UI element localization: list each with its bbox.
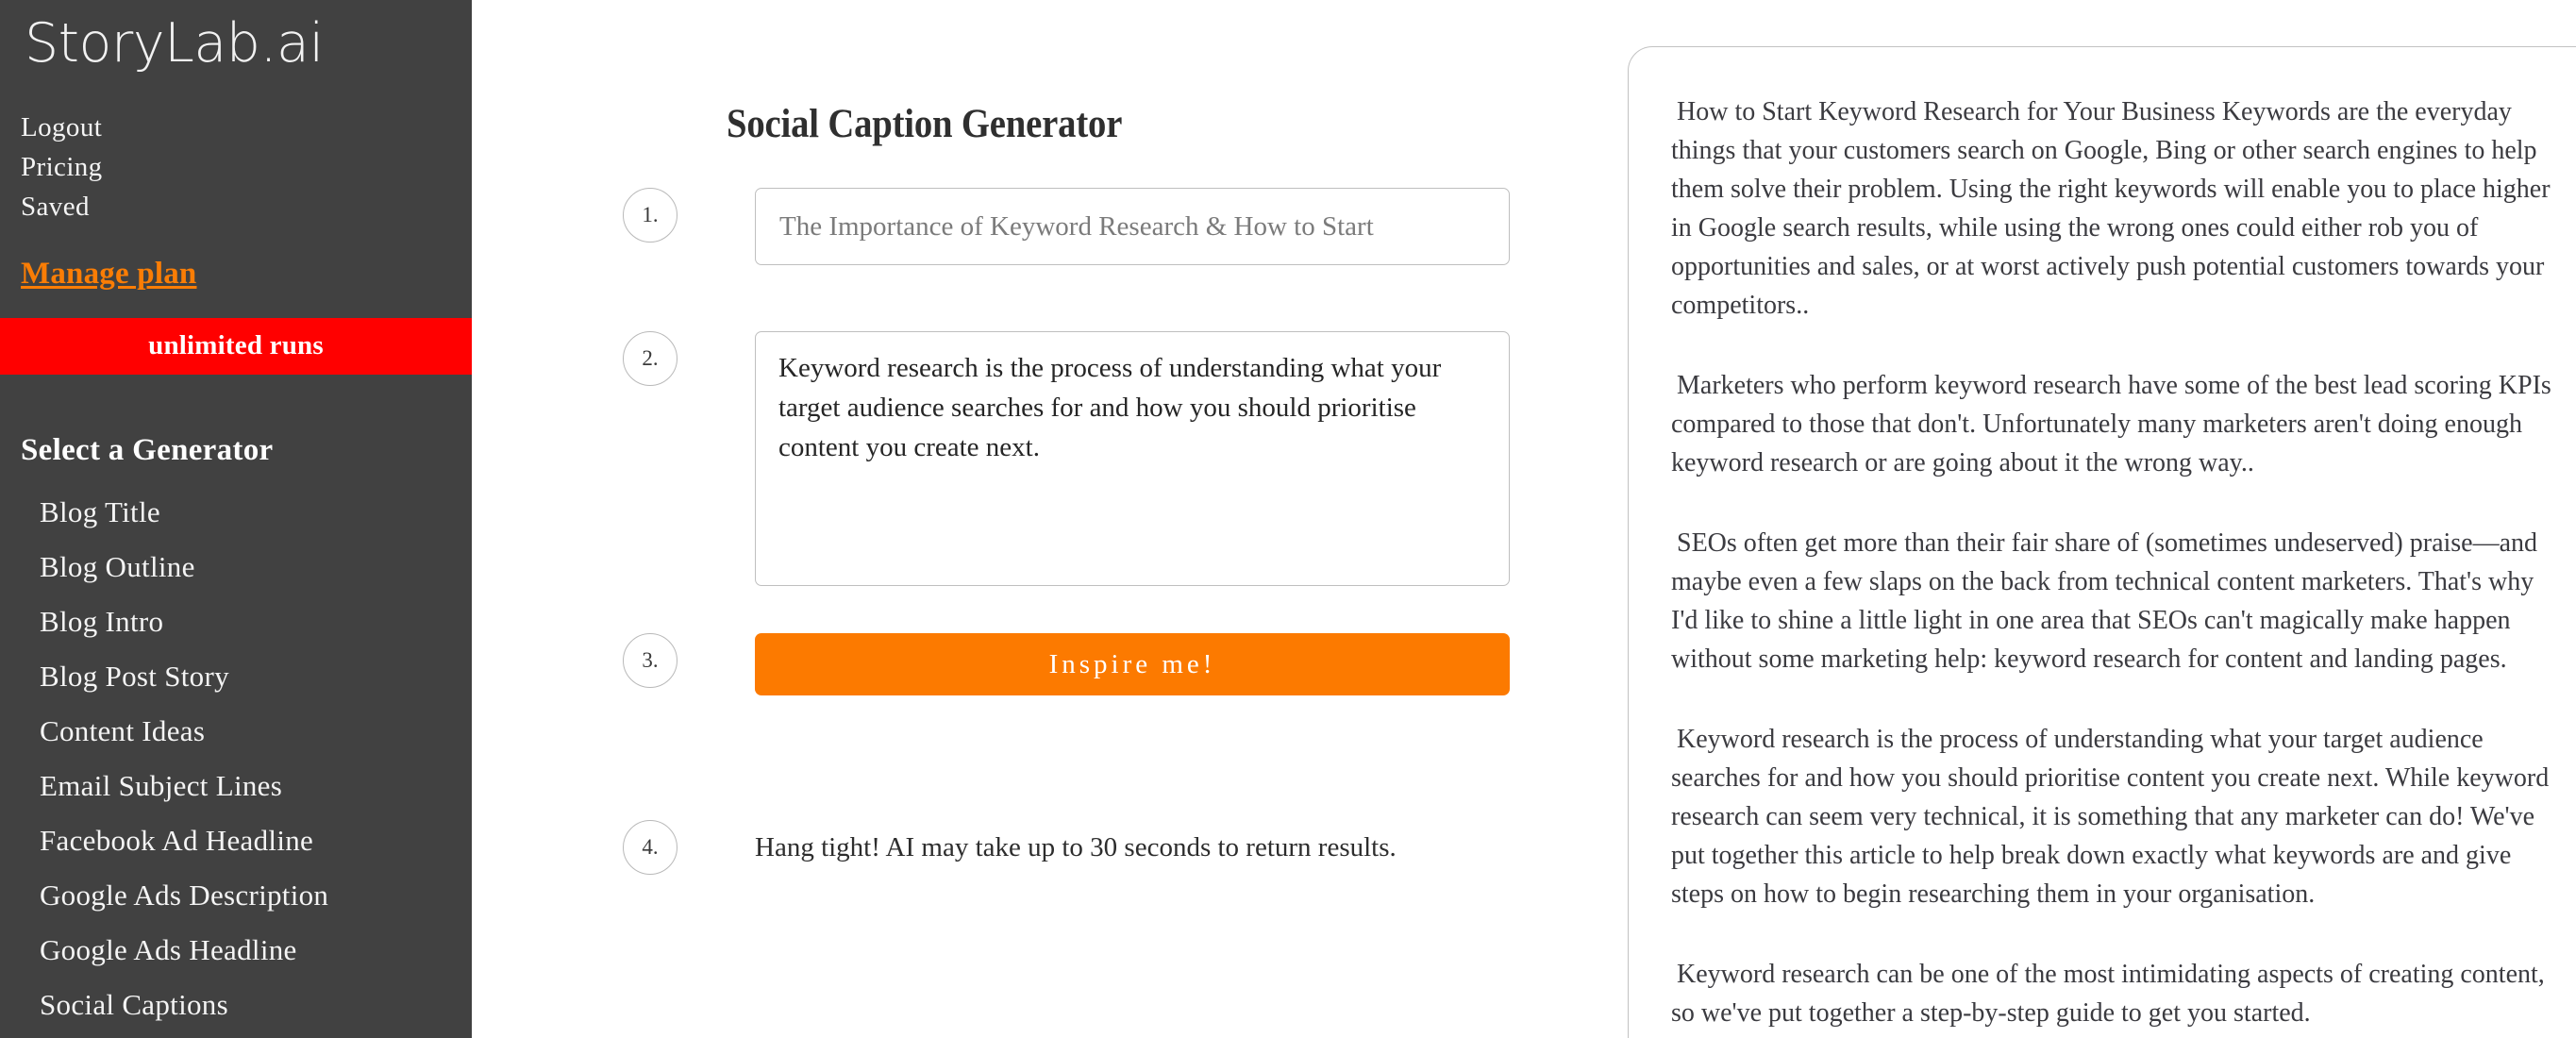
sidebar: StoryLab.ai Logout Pricing Saved Manage …: [0, 0, 472, 1038]
select-generator-heading: Select a Generator: [21, 432, 274, 467]
manage-plan-link[interactable]: Manage plan: [21, 257, 196, 291]
brand-logo[interactable]: StoryLab.ai: [0, 0, 472, 75]
result-paragraph: Keyword research can be one of the most …: [1671, 960, 2545, 1028]
inspire-me-button[interactable]: Inspire me!: [755, 633, 1510, 695]
step-2-row: 2.: [623, 331, 1510, 586]
step-1-badge: 1.: [623, 188, 677, 243]
step-3-row: 3. Inspire me!: [623, 633, 1510, 695]
step-2-badge: 2.: [623, 331, 677, 386]
main-content: Social Caption Generator 1. 2. 3. Inspir…: [472, 0, 1628, 1038]
sidebar-item-google-ads-headline[interactable]: Google Ads Headline: [40, 923, 472, 978]
unlimited-runs-banner: unlimited runs: [0, 317, 472, 375]
result-paragraph: Keyword research is the process of under…: [1671, 725, 2550, 909]
sidebar-item-blog-title[interactable]: Blog Title: [40, 485, 472, 540]
sidebar-item-content-ideas[interactable]: Content Ideas: [40, 704, 472, 759]
sidebar-item-logout[interactable]: Logout: [21, 108, 472, 147]
app-root: StoryLab.ai Logout Pricing Saved Manage …: [0, 0, 2576, 1038]
generator-list: Blog Title Blog Outline Blog Intro Blog …: [0, 485, 472, 1032]
sidebar-item-social-captions[interactable]: Social Captions: [40, 978, 472, 1032]
results-panel: How to Start Keyword Research for Your B…: [1628, 46, 2576, 1038]
sidebar-item-blog-outline[interactable]: Blog Outline: [40, 540, 472, 594]
description-textarea[interactable]: [755, 331, 1510, 586]
sidebar-item-google-ads-description[interactable]: Google Ads Description: [40, 868, 472, 923]
step-1-row: 1.: [623, 188, 1510, 265]
sidebar-item-email-subject-lines[interactable]: Email Subject Lines: [40, 759, 472, 813]
sidebar-item-blog-intro[interactable]: Blog Intro: [40, 594, 472, 649]
sidebar-item-blog-post-story[interactable]: Blog Post Story: [40, 649, 472, 704]
sidebar-item-facebook-ad-headline[interactable]: Facebook Ad Headline: [40, 813, 472, 868]
result-paragraph: SEOs often get more than their fair shar…: [1671, 528, 2538, 674]
processing-hint-text: Hang tight! AI may take up to 30 seconds…: [755, 832, 1397, 862]
sidebar-item-pricing[interactable]: Pricing: [21, 147, 472, 187]
sidebar-item-saved[interactable]: Saved: [21, 187, 472, 226]
step-3-badge: 3.: [623, 633, 677, 688]
page-title: Social Caption Generator: [727, 101, 1123, 146]
step-4-row: 4. Hang tight! AI may take up to 30 seco…: [623, 820, 1397, 875]
result-paragraph: How to Start Keyword Research for Your B…: [1671, 97, 2551, 320]
step-4-badge: 4.: [623, 820, 677, 875]
sidebar-top-nav: Logout Pricing Saved: [0, 108, 472, 226]
unlimited-runs-label: unlimited runs: [148, 330, 324, 361]
manage-plan-wrap: Manage plan: [0, 257, 472, 292]
result-paragraph: Marketers who perform keyword research h…: [1671, 371, 2551, 477]
article-title-input[interactable]: [755, 188, 1510, 265]
